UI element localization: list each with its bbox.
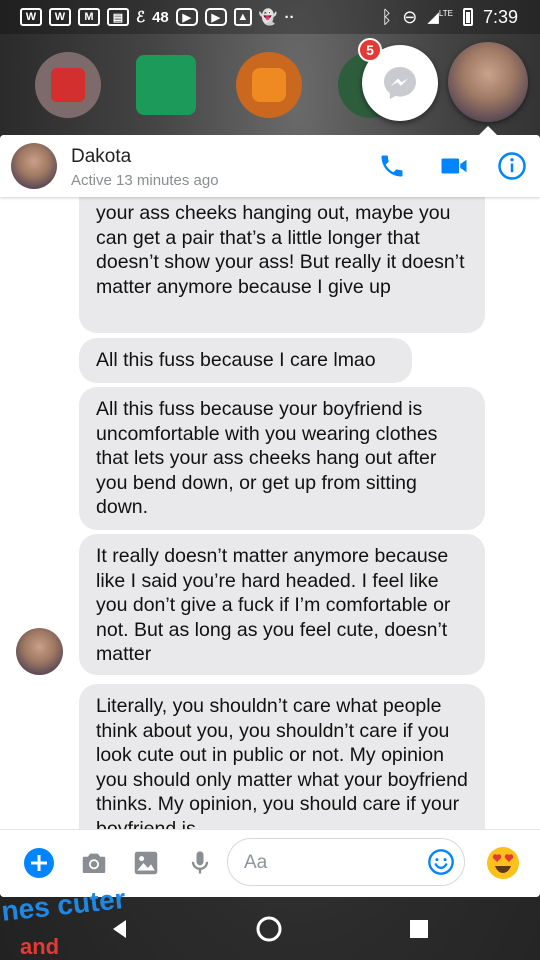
chat-window: Dakota Active 13 minutes ago your ass ch… (0, 135, 540, 897)
camera-icon (82, 853, 106, 873)
back-icon (113, 920, 126, 938)
avatar[interactable] (16, 628, 63, 675)
youtube-icon: ▶ (175, 8, 198, 26)
emoji-icon[interactable] (427, 848, 455, 876)
wattpad-icon: W (20, 8, 42, 26)
back-button[interactable] (104, 913, 136, 945)
messenger-icon (384, 67, 416, 99)
message-bubble[interactable]: All this fuss because I care lmao (79, 338, 412, 383)
chat-header: Dakota Active 13 minutes ago (0, 135, 540, 197)
navigation-bar (0, 897, 540, 960)
home-icon (256, 916, 282, 942)
status-bar: W W M ▤ ℰ 48 ▶ ▶ ▲ 👻 ·· ᛒ ⊖ ◢LTE 7:39 (0, 0, 540, 34)
message-bubble[interactable]: your ass cheeks hanging out, maybe you c… (79, 197, 485, 333)
call-button[interactable] (376, 150, 408, 182)
info-icon (498, 152, 526, 180)
add-button[interactable] (22, 846, 56, 880)
message-bubble[interactable]: Literally, you shouldn’t care what peopl… (79, 684, 485, 829)
avatar[interactable] (11, 143, 57, 189)
contact-status: Active 13 minutes ago (71, 172, 219, 189)
notification-badge: 5 (358, 38, 382, 62)
gallery-button[interactable] (129, 846, 163, 880)
recents-button[interactable] (403, 913, 435, 945)
heart-eyes-emoji-icon (487, 847, 519, 879)
number-label: 48 (152, 8, 169, 26)
bluetooth-icon: ᛒ (381, 6, 393, 27)
e-icon: ℰ (136, 9, 146, 26)
wattpad-app-icon[interactable] (236, 52, 302, 118)
cloud-app-icon[interactable] (35, 52, 101, 118)
battery-icon (462, 8, 473, 26)
hangouts-app-icon[interactable] (133, 52, 199, 118)
gmail-icon: M (78, 8, 100, 26)
message-list[interactable]: your ass cheeks hanging out, maybe you c… (0, 197, 540, 829)
book-icon: ▤ (107, 8, 129, 26)
message-bubble[interactable]: It really doesn’t matter anymore because… (79, 534, 485, 675)
contact-name[interactable]: Dakota (71, 146, 131, 168)
wattpad-icon: W (49, 8, 71, 26)
camera-button[interactable] (77, 846, 111, 880)
info-button[interactable] (496, 150, 528, 182)
phone-icon (381, 155, 403, 177)
signal-icon: ◢LTE (427, 9, 453, 26)
message-input-container[interactable] (227, 838, 465, 886)
youtube-icon: ▶ (204, 8, 227, 26)
voice-button[interactable] (183, 846, 217, 880)
video-call-button[interactable] (438, 150, 470, 182)
microphone-icon (191, 851, 209, 874)
home-button[interactable] (253, 913, 285, 945)
image-icon: ▲ (233, 8, 252, 26)
more-dots-icon: ·· (284, 8, 295, 26)
image-icon (134, 851, 158, 875)
contact-chat-head[interactable] (448, 42, 528, 122)
plus-icon (24, 848, 54, 878)
video-camera-icon (441, 158, 467, 174)
network-label: LTE (438, 9, 453, 18)
heart-eyes-emoji-button[interactable] (484, 844, 522, 882)
message-input[interactable] (242, 849, 426, 877)
ghost-icon: 👻 (258, 9, 278, 26)
message-bubble[interactable]: All this fuss because your boyfriend is … (79, 387, 485, 530)
recents-icon (410, 920, 428, 938)
clock: 7:39 (482, 6, 518, 27)
do-not-disturb-icon: ⊖ (402, 6, 418, 27)
